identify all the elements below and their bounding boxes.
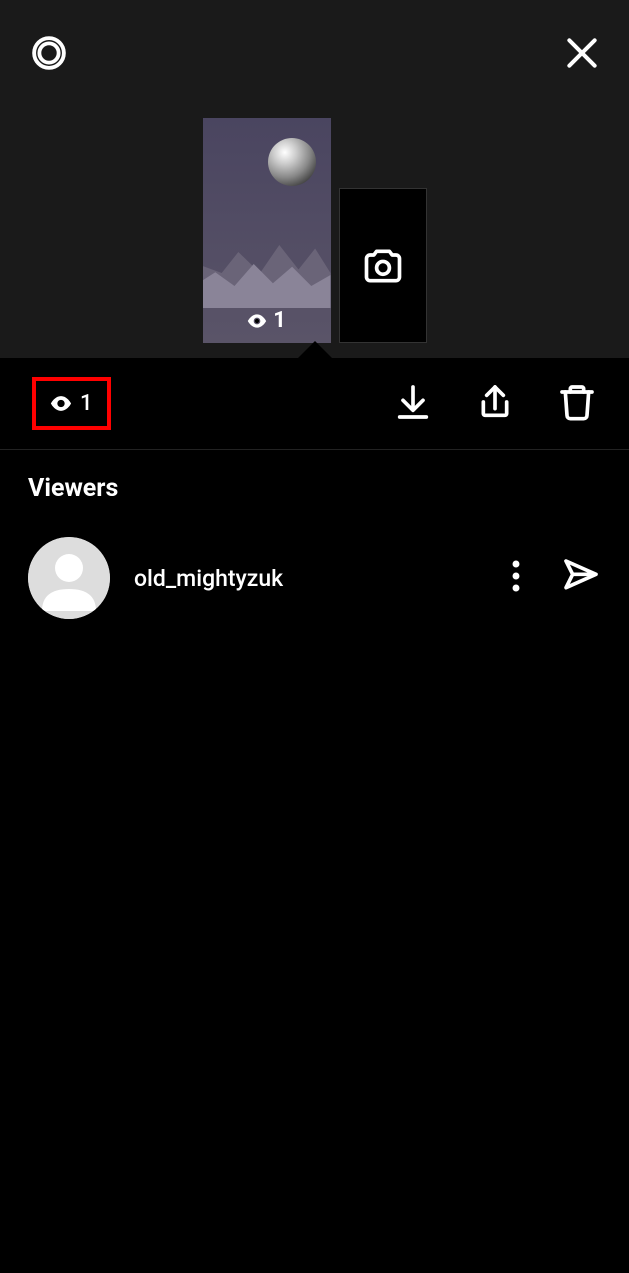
story-thumbnail[interactable]: 1 [203, 118, 331, 343]
share-button[interactable] [475, 382, 515, 426]
viewer-more-button[interactable] [511, 560, 521, 596]
viewer-actions [511, 556, 601, 600]
settings-icon [28, 32, 70, 74]
eye-icon [247, 314, 267, 328]
action-icons [393, 382, 597, 426]
viewer-username: old_mightyzuk [134, 565, 487, 592]
delete-button[interactable] [557, 382, 597, 426]
add-story-button[interactable] [339, 188, 427, 343]
send-message-button[interactable] [561, 556, 601, 600]
close-button[interactable] [563, 34, 601, 76]
action-bar: 1 [0, 358, 629, 450]
more-icon [511, 560, 521, 592]
send-icon [561, 556, 601, 596]
download-button[interactable] [393, 382, 433, 426]
share-icon [475, 382, 515, 422]
download-icon [393, 382, 433, 422]
camera-icon [361, 244, 405, 288]
viewers-title: Viewers [28, 474, 601, 503]
top-bar [0, 0, 629, 78]
viewer-row[interactable]: old_mightyzuk [28, 531, 601, 625]
eye-icon [50, 396, 72, 411]
avatar[interactable] [28, 537, 110, 619]
trash-icon [557, 382, 597, 422]
pointer-indicator [297, 341, 333, 359]
close-icon [563, 34, 601, 72]
story-thumb-views-count: 1 [273, 308, 286, 333]
story-thumbnails: 1 [0, 118, 629, 343]
settings-button[interactable] [28, 32, 70, 78]
views-count-button[interactable]: 1 [32, 377, 111, 430]
default-avatar-icon [28, 537, 110, 619]
story-preview-section: 1 [0, 0, 629, 358]
views-count-text: 1 [80, 391, 93, 416]
viewers-section: Viewers old_mightyzuk [0, 450, 629, 649]
story-views-badge: 1 [203, 308, 331, 333]
